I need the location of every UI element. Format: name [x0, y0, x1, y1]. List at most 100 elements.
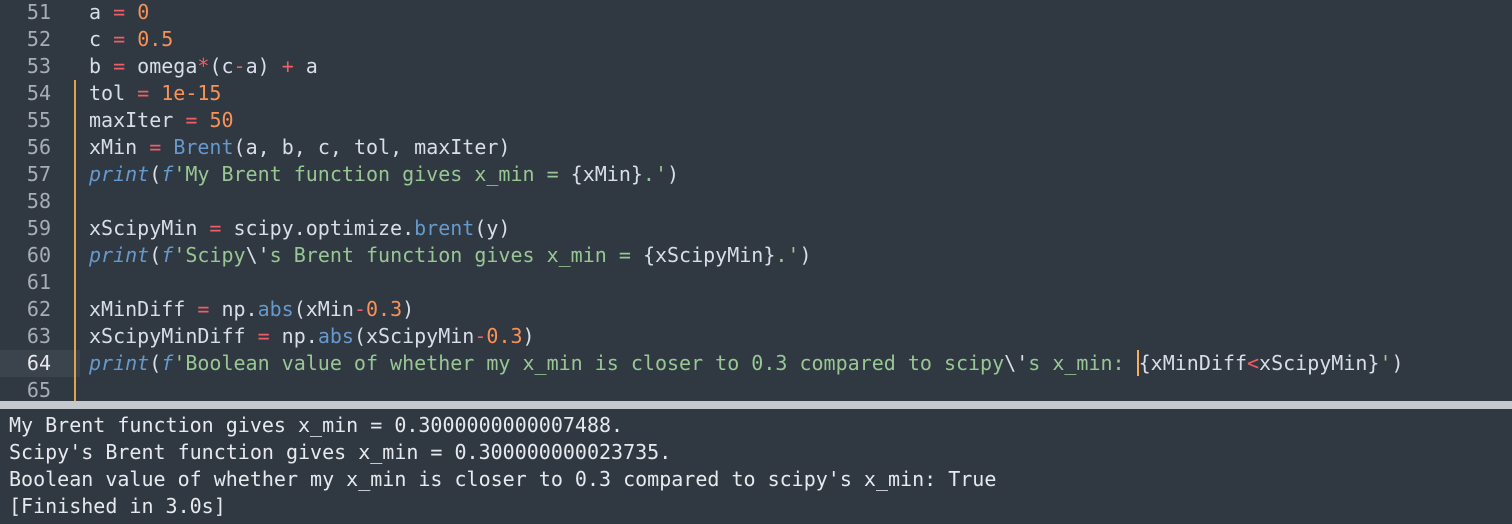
line-number[interactable]: 63: [0, 323, 51, 350]
code-line[interactable]: 60 print(f'Scipy\'s Brent function gives …: [0, 242, 1512, 269]
line-number[interactable]: 55: [0, 107, 51, 134]
code-line[interactable]: 58: [0, 188, 1512, 215]
line-number[interactable]: 65: [0, 377, 51, 401]
code-token: 1e-15: [161, 81, 222, 105]
code-token: ): [402, 297, 415, 321]
modified-line-marker: [74, 80, 76, 107]
code-editor[interactable]: 51 a = 0 52 c = 0.5 53 b = omega*(c-a) + a 54 t…: [0, 0, 1512, 401]
code-token: =: [197, 297, 210, 321]
code-text[interactable]: tol = 1e-15: [89, 80, 221, 107]
code-line[interactable]: 51 a = 0: [0, 0, 1512, 26]
code-token: 0.3: [486, 324, 523, 348]
code-text[interactable]: xMin = Brent(a, b, c, tol, maxIter): [89, 134, 510, 161]
line-number[interactable]: 54: [0, 80, 51, 107]
code-text[interactable]: xScipyMin = scipy.optimize.brent(y): [89, 215, 510, 242]
panel-splitter[interactable]: [0, 401, 1512, 409]
code-line[interactable]: 59 xScipyMin = scipy.optimize.brent(y): [0, 215, 1512, 242]
modified-line-marker: [74, 377, 76, 401]
code-text[interactable]: maxIter = 50: [89, 107, 234, 134]
line-number[interactable]: 58: [0, 188, 51, 215]
modified-line-marker: [74, 161, 76, 188]
code-token: a: [293, 54, 318, 78]
code-line[interactable]: 53 b = omega*(c-a) + a: [0, 53, 1512, 80]
code-line[interactable]: 64 print(f'Boolean value of whether my x_…: [0, 350, 1512, 377]
code-line[interactable]: 62 xMinDiff = np.abs(xMin-0.3): [0, 296, 1512, 323]
code-line[interactable]: 55 maxIter = 50: [0, 107, 1512, 134]
code-token: ): [799, 243, 812, 267]
code-token: 50: [209, 108, 234, 132]
modified-line-marker: [74, 350, 76, 377]
modified-line-marker: [74, 134, 76, 161]
code-text[interactable]: xMinDiff = np.abs(xMin-0.3): [89, 296, 414, 323]
code-token: (a, b, c, tol, maxIter): [233, 135, 511, 159]
code-token: maxIter: [89, 108, 174, 132]
code-token: omega: [125, 54, 198, 78]
code-text[interactable]: a = 0: [89, 0, 149, 26]
code-line[interactable]: 56 xMin = Brent(a, b, c, tol, maxIter): [0, 134, 1512, 161]
code-token: +: [281, 54, 294, 78]
modified-line-marker: [74, 323, 76, 350]
code-text[interactable]: c = 0.5: [89, 26, 173, 53]
line-number[interactable]: 60: [0, 242, 51, 269]
line-number[interactable]: 59: [0, 215, 51, 242]
line-number[interactable]: 57: [0, 161, 51, 188]
code-token: xScipyMinDiff: [89, 324, 246, 348]
code-token: =: [113, 0, 126, 24]
code-token: b: [89, 54, 102, 78]
code-token: c: [89, 27, 102, 51]
code-token: \': [1004, 351, 1029, 375]
code-token: (: [149, 162, 162, 186]
code-token: =: [137, 81, 150, 105]
modified-line-marker: [74, 296, 76, 323]
code-token: *: [197, 54, 210, 78]
code-token: =: [113, 27, 126, 51]
code-text[interactable]: print(f'Boolean value of whether my x_mi…: [89, 350, 1404, 377]
code-text[interactable]: b = omega*(c-a) + a: [89, 53, 318, 80]
code-token: 0: [137, 0, 150, 24]
code-token: <: [1247, 351, 1260, 375]
line-number[interactable]: 64: [0, 350, 51, 377]
line-number[interactable]: 52: [0, 26, 51, 53]
code-token: Brent: [173, 135, 234, 159]
line-number[interactable]: 56: [0, 134, 51, 161]
output-line: [Finished in 3.0s]: [9, 494, 226, 518]
code-token: ): [667, 162, 680, 186]
code-token: {xMin}: [570, 162, 643, 186]
modified-line-marker: [74, 215, 76, 242]
modified-line-marker: [74, 269, 76, 296]
code-line[interactable]: 52 c = 0.5: [0, 26, 1512, 53]
code-token: 'Scipy: [173, 243, 246, 267]
line-number[interactable]: 61: [0, 269, 51, 296]
code-text[interactable]: print(f'My Brent function gives x_min = …: [89, 161, 679, 188]
code-line[interactable]: 63 xScipyMinDiff = np.abs(xScipyMin-0.3): [0, 323, 1512, 350]
code-token: s Brent function gives x_min =: [269, 243, 643, 267]
line-number[interactable]: 62: [0, 296, 51, 323]
code-token: f: [161, 243, 174, 267]
code-token: .': [642, 162, 668, 186]
code-text[interactable]: xScipyMinDiff = np.abs(xScipyMin-0.3): [89, 323, 535, 350]
code-line[interactable]: 57 print(f'My Brent function gives x_min …: [0, 161, 1512, 188]
code-token: 0.5: [137, 27, 174, 51]
line-number[interactable]: 53: [0, 53, 51, 80]
output-line: Scipy's Brent function gives x_min = 0.3…: [9, 440, 672, 464]
code-line[interactable]: 54 tol = 1e-15: [0, 80, 1512, 107]
modified-line-marker: [74, 188, 76, 215]
code-line[interactable]: 61: [0, 269, 1512, 296]
code-token: =: [209, 216, 222, 240]
code-line[interactable]: 65: [0, 377, 1512, 401]
code-token: a): [245, 54, 282, 78]
code-text[interactable]: print(f'Scipy\'s Brent function gives x_…: [89, 242, 812, 269]
code-token: xMinDiff: [89, 297, 186, 321]
line-number[interactable]: 51: [0, 0, 51, 26]
code-token: =: [113, 54, 126, 78]
